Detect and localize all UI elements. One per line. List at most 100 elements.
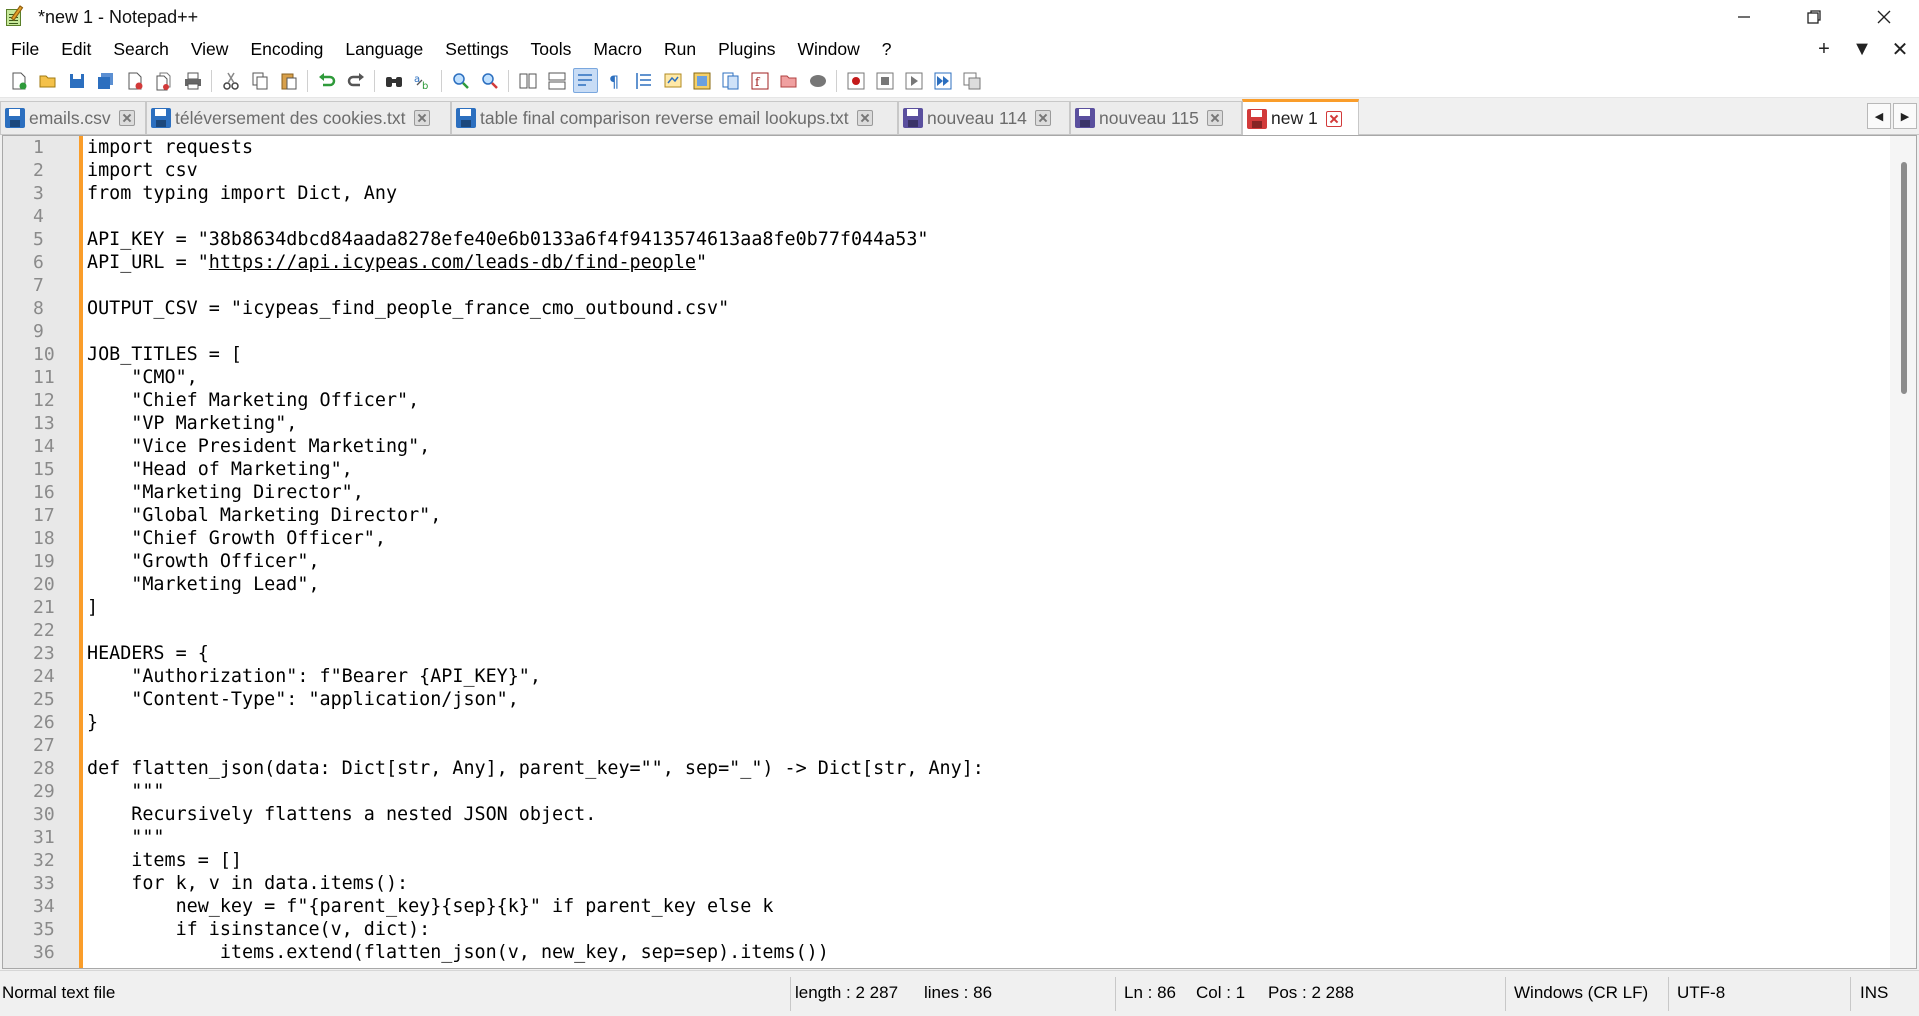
code-line[interactable] [87, 320, 1888, 343]
menu-help[interactable]: ? [871, 34, 903, 64]
save-button[interactable] [64, 68, 89, 93]
menu-view[interactable]: View [180, 34, 240, 64]
code-line[interactable]: } [87, 711, 1888, 734]
code-line[interactable]: API_URL = "https://api.icypeas.com/leads… [87, 251, 1888, 274]
close-tab-icon[interactable] [413, 110, 430, 126]
code-line[interactable]: "Chief Growth Officer", [87, 527, 1888, 550]
vertical-scrollbar[interactable] [1890, 136, 1916, 968]
zoom-in-button[interactable] [448, 68, 473, 93]
code-line[interactable]: OUTPUT_CSV = "icypeas_find_people_france… [87, 297, 1888, 320]
code-line[interactable]: API_KEY = "38b8634dbcd84aada8278efe40e6b… [87, 228, 1888, 251]
code-line[interactable]: "Marketing Lead", [87, 573, 1888, 596]
folder-as-workspace-button[interactable] [776, 68, 801, 93]
save-all-button[interactable] [93, 68, 118, 93]
close-tab-icon[interactable] [1206, 110, 1223, 126]
menu-edit[interactable]: Edit [50, 34, 102, 64]
code-line[interactable]: "Authorization": f"Bearer {API_KEY}", [87, 665, 1888, 688]
code-line[interactable]: def flatten_json(data: Dict[str, Any], p… [87, 757, 1888, 780]
minimize-button[interactable] [1709, 0, 1779, 34]
replace-button[interactable]: ab [410, 68, 435, 93]
code-line[interactable] [87, 619, 1888, 642]
close-tab-icon[interactable] [118, 110, 135, 126]
code-line[interactable] [87, 205, 1888, 228]
code-line[interactable]: new_key = f"{parent_key}{sep}{k}" if par… [87, 895, 1888, 918]
close-document-button[interactable]: ✕ [1881, 37, 1919, 62]
code-line[interactable]: import requests [87, 136, 1888, 159]
word-wrap-button[interactable] [573, 68, 598, 93]
close-tab-icon[interactable] [1325, 110, 1342, 127]
menu-settings[interactable]: Settings [434, 34, 519, 64]
close-tab-icon[interactable] [1034, 110, 1051, 126]
menu-encoding[interactable]: Encoding [239, 34, 334, 64]
run-macro-multiple-button[interactable] [930, 68, 955, 93]
code-line[interactable]: "CMO", [87, 366, 1888, 389]
code-line[interactable]: "VP Marketing", [87, 412, 1888, 435]
code-line[interactable]: "Marketing Director", [87, 481, 1888, 504]
code-line[interactable]: """ [87, 826, 1888, 849]
code-line[interactable]: import csv [87, 159, 1888, 182]
menu-macro[interactable]: Macro [582, 34, 653, 64]
stop-macro-button[interactable] [872, 68, 897, 93]
code-line[interactable]: "Chief Marketing Officer", [87, 389, 1888, 412]
menu-tools[interactable]: Tools [520, 34, 583, 64]
menu-language[interactable]: Language [334, 34, 434, 64]
new-tab-plus-button[interactable]: + [1805, 38, 1843, 61]
copy-button[interactable] [247, 68, 272, 93]
tab-nouveau-115[interactable]: nouveau 115 [1070, 101, 1242, 134]
tab-emails-csv[interactable]: emails.csv [0, 101, 146, 134]
redo-button[interactable] [343, 68, 368, 93]
find-button[interactable] [381, 68, 406, 93]
close-tab-icon[interactable] [856, 110, 873, 126]
play-macro-button[interactable] [901, 68, 926, 93]
undo-button[interactable] [314, 68, 339, 93]
code-line[interactable]: "Global Marketing Director", [87, 504, 1888, 527]
code-line[interactable]: JOB_TITLES = [ [87, 343, 1888, 366]
paste-button[interactable] [276, 68, 301, 93]
tab-televersement-cookies[interactable]: téléversement des cookies.txt [146, 101, 451, 134]
code-line[interactable]: "Vice President Marketing", [87, 435, 1888, 458]
code-line[interactable]: "Head of Marketing", [87, 458, 1888, 481]
new-file-button[interactable] [6, 68, 31, 93]
code-line[interactable]: "Content-Type": "application/json", [87, 688, 1888, 711]
tab-scroll-left-button[interactable]: ◀ [1867, 103, 1891, 129]
menu-run[interactable]: Run [653, 34, 707, 64]
indent-guide-button[interactable] [631, 68, 656, 93]
cut-button[interactable] [218, 68, 243, 93]
code-line[interactable]: """ [87, 780, 1888, 803]
menu-plugins[interactable]: Plugins [707, 34, 786, 64]
code-area[interactable]: import requests import csv from typing imp… [87, 136, 1888, 968]
tab-list-dropdown-button[interactable]: ▼ [1843, 38, 1881, 61]
tab-nouveau-114[interactable]: nouveau 114 [898, 101, 1070, 134]
sync-vertical-button[interactable] [515, 68, 540, 93]
zoom-out-button[interactable] [477, 68, 502, 93]
show-all-characters-button[interactable]: ¶ [602, 68, 627, 93]
document-map-button[interactable] [689, 68, 714, 93]
close-all-button[interactable] [151, 68, 176, 93]
scrollbar-thumb[interactable] [1901, 162, 1907, 394]
menu-search[interactable]: Search [102, 34, 179, 64]
editor[interactable]: 1 2 3 4 5 6 7 8 9 10 11 12 13 14 15 16 17 18 19 20 21 22 23 24 2… [2, 135, 1917, 969]
code-line[interactable] [87, 274, 1888, 297]
code-line[interactable]: if isinstance(v, dict): [87, 918, 1888, 941]
code-line[interactable] [87, 734, 1888, 757]
code-line[interactable]: from typing import Dict, Any [87, 182, 1888, 205]
open-file-button[interactable] [35, 68, 60, 93]
restore-button[interactable] [1779, 0, 1849, 34]
code-line[interactable]: for k, v in data.items(): [87, 872, 1888, 895]
tab-scroll-right-button[interactable]: ▶ [1893, 103, 1917, 129]
close-window-button[interactable] [1849, 0, 1919, 34]
tab-table-final-comparison[interactable]: table final comparison reverse email loo… [451, 101, 898, 134]
code-line[interactable]: items.extend(flatten_json(v, new_key, se… [87, 941, 1888, 964]
record-macro-button[interactable] [843, 68, 868, 93]
function-list-button[interactable]: f [747, 68, 772, 93]
code-line[interactable]: "Growth Officer", [87, 550, 1888, 573]
monitoring-button[interactable] [805, 68, 830, 93]
user-language-button[interactable] [660, 68, 685, 93]
menu-window[interactable]: Window [787, 34, 871, 64]
code-line[interactable]: ] [87, 596, 1888, 619]
menu-file[interactable]: File [0, 34, 50, 64]
sync-horizontal-button[interactable] [544, 68, 569, 93]
tab-new-1[interactable]: new 1 [1242, 99, 1359, 135]
print-button[interactable] [180, 68, 205, 93]
close-button[interactable] [122, 68, 147, 93]
